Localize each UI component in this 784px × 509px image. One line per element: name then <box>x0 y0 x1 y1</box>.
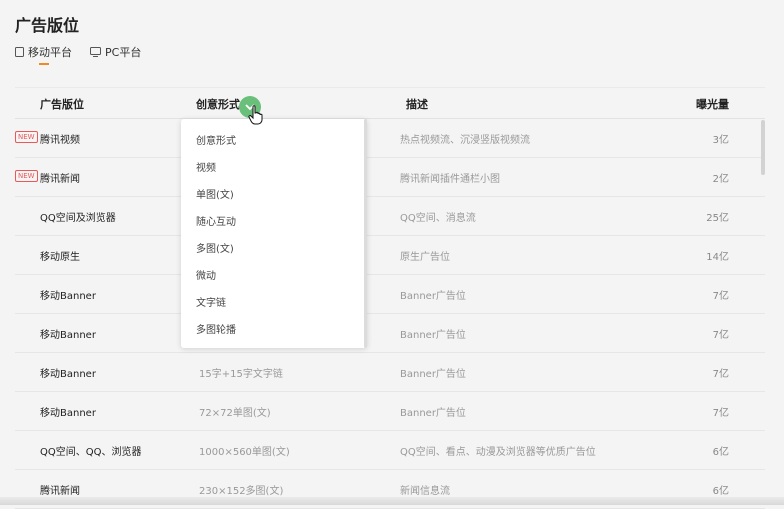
dropdown-option[interactable]: 视频 <box>196 159 216 174</box>
row-impressions: 2亿 <box>712 174 729 185</box>
monitor-icon <box>90 47 101 57</box>
row-impressions: 6亿 <box>712 486 729 497</box>
table-row[interactable]: QQ空间、QQ、浏览器 1000×560单图(文) QQ空间、看点、动漫及浏览器等优… <box>15 431 765 470</box>
row-position-name: 腾讯视频 <box>40 135 80 146</box>
placement-table: 广告版位 创意形式 描述 曝光量 NEW 腾讯视频 热点视频流、沉浸竖版视频流 3亿 N… <box>15 87 765 509</box>
row-description: Banner广告位 <box>400 408 466 419</box>
row-position-name: QQ空间及浏览器 <box>40 213 116 224</box>
row-format: 72×72单图(文) <box>199 408 271 419</box>
table-row[interactable]: 移动Banner Banner广告位 7亿 <box>15 314 765 353</box>
hand-cursor-icon <box>248 105 264 129</box>
table-row[interactable]: 移动原生 原生广告位 14亿 <box>15 236 765 275</box>
row-description: QQ空间、消息流 <box>400 213 476 224</box>
row-impressions: 7亿 <box>712 330 729 341</box>
dropdown-option[interactable]: 创意形式 <box>196 132 236 147</box>
row-position-name: QQ空间、QQ、浏览器 <box>40 447 142 458</box>
table-row[interactable]: QQ空间及浏览器 QQ空间、消息流 25亿 <box>15 197 765 236</box>
row-description: Banner广告位 <box>400 291 466 302</box>
table-header: 广告版位 创意形式 描述 曝光量 <box>15 87 765 119</box>
row-position-name: 移动Banner <box>40 369 96 380</box>
dropdown-option[interactable]: 单图(文) <box>196 186 234 201</box>
dropdown-option[interactable]: 文字链 <box>196 294 226 309</box>
row-position-name: 移动Banner <box>40 408 96 419</box>
table-row[interactable]: NEW 腾讯新闻 腾讯新闻插件通栏小图 2亿 <box>15 158 765 197</box>
row-description: Banner广告位 <box>400 369 466 380</box>
table-row[interactable]: NEW 腾讯视频 热点视频流、沉浸竖版视频流 3亿 <box>15 119 765 158</box>
header-description: 描述 <box>406 98 428 111</box>
tab-mobile-label: 移动平台 <box>28 46 72 59</box>
row-impressions: 6亿 <box>712 447 729 458</box>
dropdown-option[interactable]: 多图(文) <box>196 240 234 255</box>
row-description: 腾讯新闻插件通栏小图 <box>400 174 500 185</box>
row-impressions: 14亿 <box>706 252 729 263</box>
dropdown-option[interactable]: 随心互动 <box>196 213 236 228</box>
dropdown-scrollbar[interactable] <box>364 119 367 348</box>
horizontal-scrollbar[interactable] <box>0 497 784 505</box>
header-position: 广告版位 <box>40 98 84 111</box>
dropdown-option[interactable]: 微动 <box>196 267 216 282</box>
row-position-name: 移动原生 <box>40 252 80 263</box>
row-impressions: 7亿 <box>712 369 729 380</box>
row-format: 1000×560单图(文) <box>199 447 290 458</box>
row-format: 230×152多图(文) <box>199 486 284 497</box>
row-description: Banner广告位 <box>400 330 466 341</box>
row-description: QQ空间、看点、动漫及浏览器等优质广告位 <box>400 447 596 458</box>
row-impressions: 7亿 <box>712 408 729 419</box>
row-description: 原生广告位 <box>400 252 450 263</box>
row-position-name: 腾讯新闻 <box>40 486 80 497</box>
format-filter-dropdown: 创意形式视频单图(文) 随心互动多图(文) 微动文字链多图轮播 <box>181 119 367 348</box>
tab-pc[interactable]: PC平台 <box>90 44 141 60</box>
table-row[interactable]: 移动Banner 72×72单图(文) Banner广告位 7亿 <box>15 392 765 431</box>
tab-pc-label: PC平台 <box>105 46 142 59</box>
row-impressions: 7亿 <box>712 291 729 302</box>
row-position-name: 腾讯新闻 <box>40 174 80 185</box>
row-impressions: 3亿 <box>712 135 729 146</box>
tab-mobile[interactable]: 移动平台 <box>15 44 72 65</box>
tablet-icon <box>15 47 24 57</box>
header-impressions: 曝光量 <box>696 98 729 111</box>
row-description: 热点视频流、沉浸竖版视频流 <box>400 135 530 146</box>
row-position-name: 移动Banner <box>40 330 96 341</box>
page-title: 广告版位 <box>15 16 80 35</box>
dropdown-option[interactable]: 多图轮播 <box>196 321 236 336</box>
header-format[interactable]: 创意形式 <box>196 96 240 112</box>
row-description: 新闻信息流 <box>400 486 450 497</box>
new-badge: NEW <box>15 170 38 182</box>
platform-tabs: 移动平台 PC平台 <box>15 44 141 65</box>
table-body: NEW 腾讯视频 热点视频流、沉浸竖版视频流 3亿 NEW 腾讯新闻 腾讯新闻插件通栏小图 2… <box>15 119 765 509</box>
table-row[interactable]: 移动Banner Banner广告位 7亿 <box>15 275 765 314</box>
new-badge: NEW <box>15 131 38 143</box>
row-position-name: 移动Banner <box>40 291 96 302</box>
table-row[interactable]: 移动Banner 15字+15字文字链 Banner广告位 7亿 <box>15 353 765 392</box>
row-impressions: 25亿 <box>706 213 729 224</box>
row-format: 15字+15字文字链 <box>199 369 283 380</box>
vertical-scrollbar[interactable] <box>761 120 765 175</box>
